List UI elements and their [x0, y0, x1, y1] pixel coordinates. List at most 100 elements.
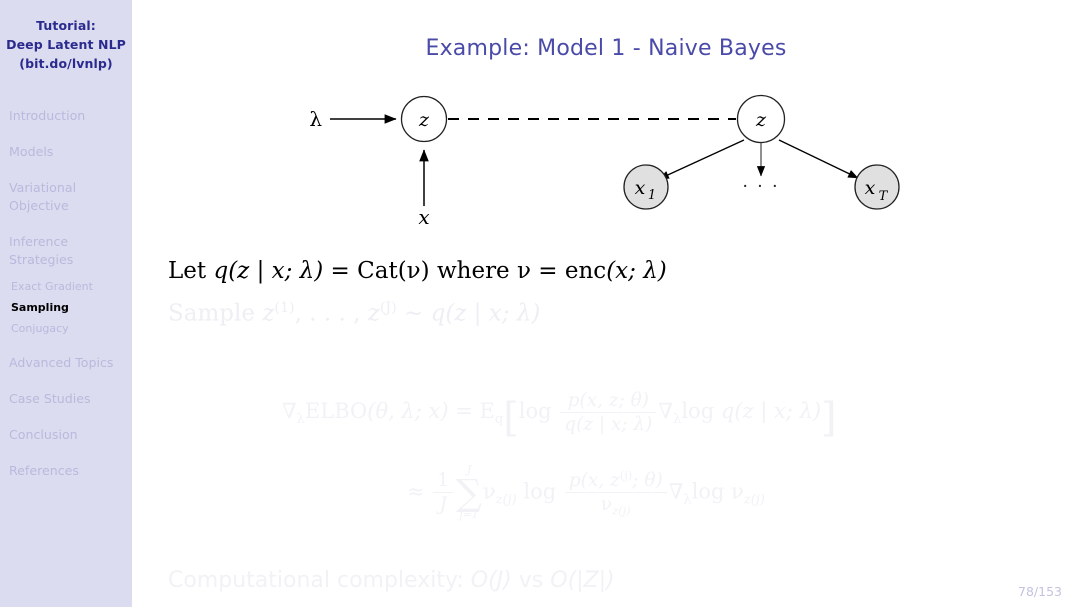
complexity-big-o-sampling: O(J)	[470, 568, 512, 593]
node-observed-xT	[854, 164, 900, 210]
sidebar-item-inference-strategies[interactable]: Inference Strategies	[0, 233, 132, 269]
elbo-grad-3-symbol: ∇	[668, 479, 684, 504]
sidebar-subitem-conjugacy[interactable]: Conjugacy	[0, 321, 132, 337]
sample-prefix: Sample	[168, 300, 263, 327]
elbo-log-1: log	[518, 399, 559, 423]
graphical-model-diagram: z z x 1 x T · · · λ x	[132, 78, 1080, 238]
elbo-equation-row-1: ∇λELBO(θ, λ; x) = Eq[log p(x, z; θ) q(z |…	[282, 390, 837, 441]
slide-content: Example: Model 1 - Naive Bayes z z x 1 x…	[132, 0, 1080, 607]
node-observed-x1-subscript: 1	[648, 188, 656, 203]
sample-q: q	[430, 300, 446, 327]
sidebar: Tutorial: Deep Latent NLP (bit.do/lvnlp)…	[0, 0, 132, 607]
let-q-args: (z | x; λ)	[228, 258, 324, 284]
elbo-equation-row-2: ≈ 1 J J ∑ j=1 νz(j) log p(x, z(j); θ) νz(j) ∇λl…	[407, 464, 765, 522]
node-observed-xT-subscript: T	[879, 189, 889, 204]
sidebar-nav: Introduction Models Variational Objectiv…	[0, 107, 132, 480]
sample-z1-superscript: (1)	[274, 300, 295, 316]
sample-zJ: z	[367, 300, 380, 327]
elbo-nu-weight: ν	[482, 479, 496, 504]
sidebar-item-variational-objective[interactable]: Variational Objective	[0, 179, 132, 215]
elbo-log-3: log	[516, 479, 563, 504]
sidebar-title: Tutorial: Deep Latent NLP (bit.do/lvnlp)	[0, 16, 132, 73]
elbo-grad-symbol: ∇	[282, 399, 297, 423]
let-equals: =	[323, 258, 358, 284]
complexity-vs: vs	[511, 568, 551, 593]
observed-nodes-ellipsis: · · ·	[742, 177, 779, 197]
elbo-fraction-1-denominator: q(z | x; λ)	[564, 414, 653, 435]
elbo-summation: J ∑ j=1	[456, 464, 482, 522]
elbo-summation-lower-limit: j=1	[459, 508, 479, 522]
sidebar-item-introduction[interactable]: Introduction	[0, 107, 132, 125]
page-title: Example: Model 1 - Naive Bayes	[425, 36, 787, 61]
let-nu: ν	[516, 258, 531, 284]
let-prefix: Let	[168, 258, 214, 284]
slide-root: Tutorial: Deep Latent NLP (bit.do/lvnlp)…	[0, 0, 1080, 607]
elbo-log-2: log	[681, 399, 721, 423]
elbo-expectation-subscript: q	[494, 412, 504, 428]
elbo-one-over-J-numerator: 1	[433, 470, 454, 494]
edge-z-to-x1	[658, 139, 745, 180]
sidebar-item-references[interactable]: References	[0, 462, 132, 480]
elbo-label: ELBO	[304, 399, 368, 423]
equation-line-let: Let q(z | x; λ) = Cat(ν) where ν = enc(x…	[168, 258, 667, 284]
let-q: q	[213, 258, 229, 284]
let-where: where	[429, 258, 517, 284]
elbo-fraction-2-numerator-superscript: (j)	[619, 467, 633, 482]
sample-zJ-superscript: (J)	[379, 300, 397, 316]
elbo-summation-sigma: ∑	[456, 470, 482, 514]
let-nu-arg: (ν)	[397, 258, 430, 284]
elbo-nu-final: ν	[731, 479, 744, 504]
complexity-prefix: Computational complexity:	[168, 568, 471, 593]
sample-z1: z	[262, 300, 275, 327]
elbo-log-4: log	[691, 479, 732, 504]
diagram-x-input-label: x	[418, 205, 429, 229]
elbo-fraction-1: p(x, z; θ) q(z | x; λ)	[560, 390, 657, 435]
sidebar-subitem-exact-gradient[interactable]: Exact Gradient	[0, 279, 132, 295]
page-number: 78/153	[1018, 584, 1062, 599]
sidebar-title-line-1: Tutorial:	[36, 18, 96, 33]
sidebar-item-conclusion[interactable]: Conclusion	[0, 426, 132, 444]
elbo-grad-3-subscript: λ	[683, 492, 692, 508]
sidebar-item-advanced-topics[interactable]: Advanced Topics	[0, 354, 132, 372]
elbo-fraction-2: p(x, z(j); θ) νz(j)	[564, 467, 667, 518]
node-latent-z-right-label: z	[755, 109, 767, 131]
let-equals-2: =	[530, 258, 565, 284]
sample-dots: , . . . ,	[294, 300, 368, 327]
sidebar-subsection-group: Exact Gradient Sampling Conjugacy	[0, 279, 132, 337]
let-enc-args: (x; λ)	[606, 258, 667, 284]
node-observed-x1	[623, 164, 669, 210]
sidebar-item-case-studies[interactable]: Case Studies	[0, 390, 132, 408]
node-observed-x1-label: x	[635, 177, 646, 199]
elbo-fraction-1-numerator: p(x, z; θ)	[560, 390, 657, 413]
sidebar-item-models[interactable]: Models	[0, 143, 132, 161]
elbo-bracket-open: [	[503, 394, 519, 441]
elbo-grad-2-symbol: ∇	[658, 399, 674, 423]
let-cat: Cat	[357, 258, 398, 284]
elbo-nu-final-subscript: z(j)	[743, 492, 765, 508]
elbo-q-term: q(z | x; λ)	[720, 399, 822, 423]
elbo-equals: =	[448, 399, 480, 423]
elbo-grad-subscript: λ	[296, 412, 305, 428]
elbo-fraction-2-numerator-tail: ; θ)	[632, 470, 663, 492]
node-observed-xT-label: x	[865, 177, 876, 199]
elbo-fraction-2-denominator-subscript: z(j)	[612, 503, 631, 518]
elbo-bracket-close: ]	[821, 394, 837, 441]
elbo-one-over-J-denominator: J	[439, 494, 447, 516]
sample-sim: ∼	[396, 300, 431, 327]
elbo-approx-symbol: ≈	[407, 479, 432, 504]
computational-complexity-line: Computational complexity: O(J) vs O(|Z|)	[168, 568, 615, 593]
elbo-expectation: E	[479, 399, 495, 423]
elbo-one-over-J: 1J	[433, 470, 454, 516]
elbo-fraction-2-numerator-head: p(x, z	[568, 470, 620, 492]
diagram-lambda-label: λ	[309, 107, 322, 131]
node-latent-z-left-label: z	[418, 109, 430, 131]
elbo-fraction-2-numerator: p(x, z(j); θ)	[564, 467, 667, 494]
let-enc: enc	[564, 258, 607, 284]
elbo-fraction-2-denominator: νz(j)	[565, 493, 667, 518]
sidebar-title-line-3: (bit.do/lvnlp)	[19, 56, 113, 71]
elbo-fraction-2-denominator-nu: ν	[600, 494, 613, 516]
complexity-big-o-exact: O(|Z|)	[550, 568, 615, 593]
edge-z-to-xT	[778, 139, 859, 179]
elbo-args: (θ, λ; x)	[367, 399, 449, 423]
sidebar-subitem-sampling[interactable]: Sampling	[0, 300, 132, 316]
